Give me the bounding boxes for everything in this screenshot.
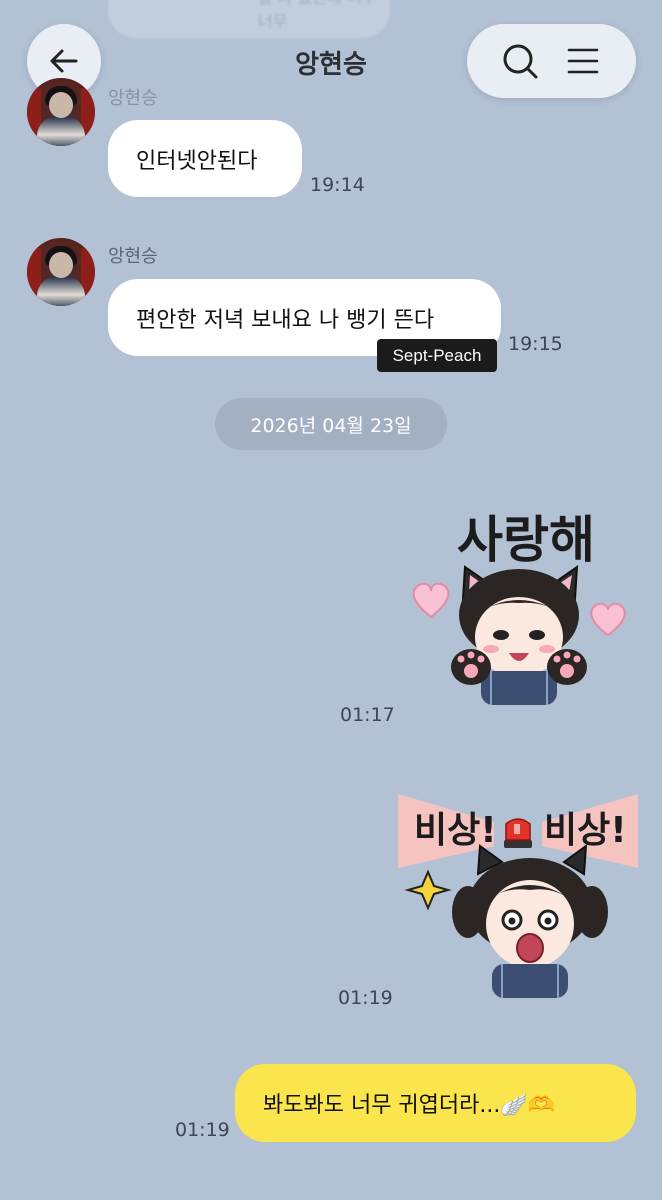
heart-icon bbox=[412, 582, 450, 619]
hamburger-menu-icon bbox=[567, 48, 599, 74]
message-time: 01:19 bbox=[175, 1119, 230, 1141]
sticker-caption-left: 비상! bbox=[414, 810, 497, 851]
avatar[interactable] bbox=[27, 238, 95, 306]
my-message-bubble[interactable]: 봐도봐도 너무 귀엽더라...🪽🫶 bbox=[235, 1064, 636, 1142]
search-icon bbox=[503, 44, 538, 79]
avatar[interactable] bbox=[27, 78, 95, 146]
heart-icon bbox=[590, 602, 626, 637]
watermark-tag: Sept-Peach bbox=[377, 339, 497, 372]
sparkle-icon bbox=[404, 869, 452, 911]
message-bubble[interactable]: 인터넷안된다 bbox=[108, 120, 302, 197]
siren-icon bbox=[504, 818, 532, 848]
header-actions bbox=[467, 24, 636, 98]
message-time: 19:15 bbox=[508, 333, 563, 355]
date-divider: 2026년 04월 23일 bbox=[215, 398, 447, 450]
sender-name: 앙현승 bbox=[108, 88, 158, 109]
faded-message-bubble: 를 다 봤는데 너무너무 bbox=[108, 0, 390, 38]
chat-screen: 를 다 봤는데 너무너무 앙현승 앙현승 인터넷안된다 19:14 bbox=[0, 0, 662, 1200]
sticker-caption-right: 비상! bbox=[544, 810, 627, 851]
faded-message-text: 를 다 봤는데 너무너무 bbox=[258, 0, 376, 31]
menu-button[interactable] bbox=[561, 39, 605, 83]
message-text: 인터넷안된다 bbox=[136, 148, 258, 174]
search-button[interactable] bbox=[498, 39, 542, 83]
sticker-caption: 사랑해 bbox=[457, 511, 595, 569]
sender-name: 앙현승 bbox=[108, 246, 158, 267]
sticker-time: 01:17 bbox=[340, 704, 395, 726]
sticker-time: 01:19 bbox=[338, 987, 393, 1009]
emergency-sticker[interactable]: 비상! 비상! bbox=[398, 782, 638, 998]
message-text: 편안한 저녁 보내요 나 뱅기 뜬다 bbox=[136, 307, 435, 333]
message-time: 19:14 bbox=[310, 174, 365, 196]
love-sticker[interactable]: 사랑해 bbox=[405, 495, 631, 705]
message-text: 봐도봐도 너무 귀엽더라...🪽🫶 bbox=[263, 1093, 556, 1118]
